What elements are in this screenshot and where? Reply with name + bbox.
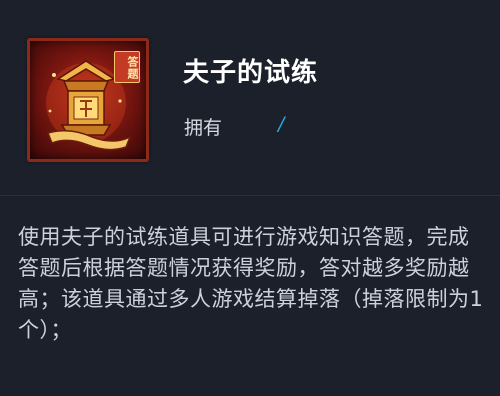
owned-value: / [278, 113, 285, 135]
header-divider [0, 195, 500, 196]
item-tooltip-panel: 答题 夫子的试练 拥有 / 使用夫子的试练道具可进行游戏知识答题，完成答题后根据… [0, 0, 500, 396]
trial-lantern-icon: 答题 [27, 38, 149, 162]
owned-label: 拥有 [184, 117, 223, 139]
item-title: 夫子的试练 [183, 58, 319, 88]
quiz-badge: 答题 [114, 51, 140, 83]
item-description: 使用夫子的试练道具可进行游戏知识答题，完成答题后根据答题情况获得奖励，答对越多奖… [18, 225, 484, 342]
item-header: 答题 夫子的试练 拥有 / [0, 0, 500, 195]
